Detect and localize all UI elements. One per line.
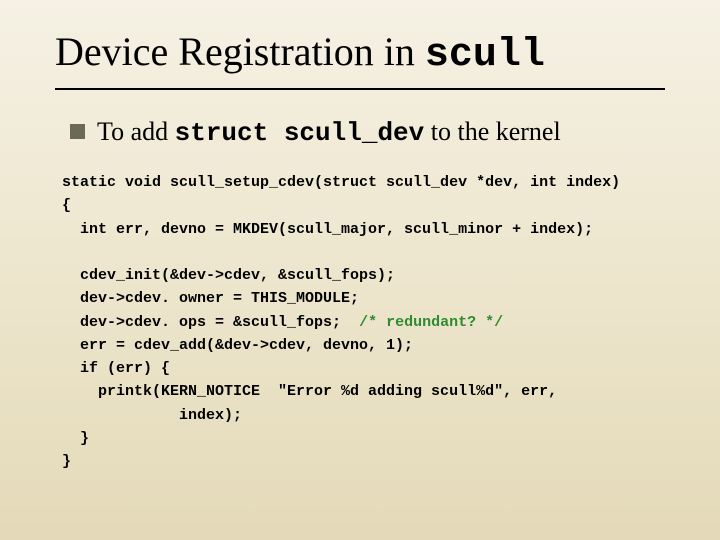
- code-line: {: [62, 197, 71, 214]
- code-line: if (err) {: [62, 360, 170, 377]
- code-block: static void scull_setup_cdev(struct scul…: [62, 171, 665, 473]
- bullet-prefix: To add: [97, 117, 175, 146]
- code-line: }: [62, 453, 71, 470]
- bullet-code: struct scull_dev: [175, 118, 425, 148]
- code-line: static void scull_setup_cdev(struct scul…: [62, 174, 620, 191]
- bullet-item: To add struct scull_dev to the kernel: [70, 116, 665, 149]
- code-line: index);: [62, 407, 242, 424]
- bullet-text: To add struct scull_dev to the kernel: [97, 116, 561, 149]
- code-line: cdev_init(&dev->cdev, &scull_fops);: [62, 267, 395, 284]
- title-code: scull: [425, 33, 545, 78]
- title-area: Device Registration in scull: [0, 0, 720, 78]
- slide: Device Registration in scull To add stru…: [0, 0, 720, 540]
- slide-title: Device Registration in scull: [55, 30, 665, 78]
- bullet-suffix: to the kernel: [424, 117, 560, 146]
- code-line: }: [62, 430, 89, 447]
- code-line: dev->cdev. ops = &scull_fops;: [62, 314, 359, 331]
- code-line: printk(KERN_NOTICE "Error %d adding scul…: [62, 383, 557, 400]
- slide-body: To add struct scull_dev to the kernel st…: [0, 90, 720, 473]
- code-line: int err, devno = MKDEV(scull_major, scul…: [62, 221, 593, 238]
- code-line: dev->cdev. owner = THIS_MODULE;: [62, 290, 359, 307]
- title-text: Device Registration in: [55, 29, 425, 74]
- code-line: err = cdev_add(&dev->cdev, devno, 1);: [62, 337, 413, 354]
- code-comment: /* redundant? */: [359, 314, 503, 331]
- square-bullet-icon: [70, 124, 85, 139]
